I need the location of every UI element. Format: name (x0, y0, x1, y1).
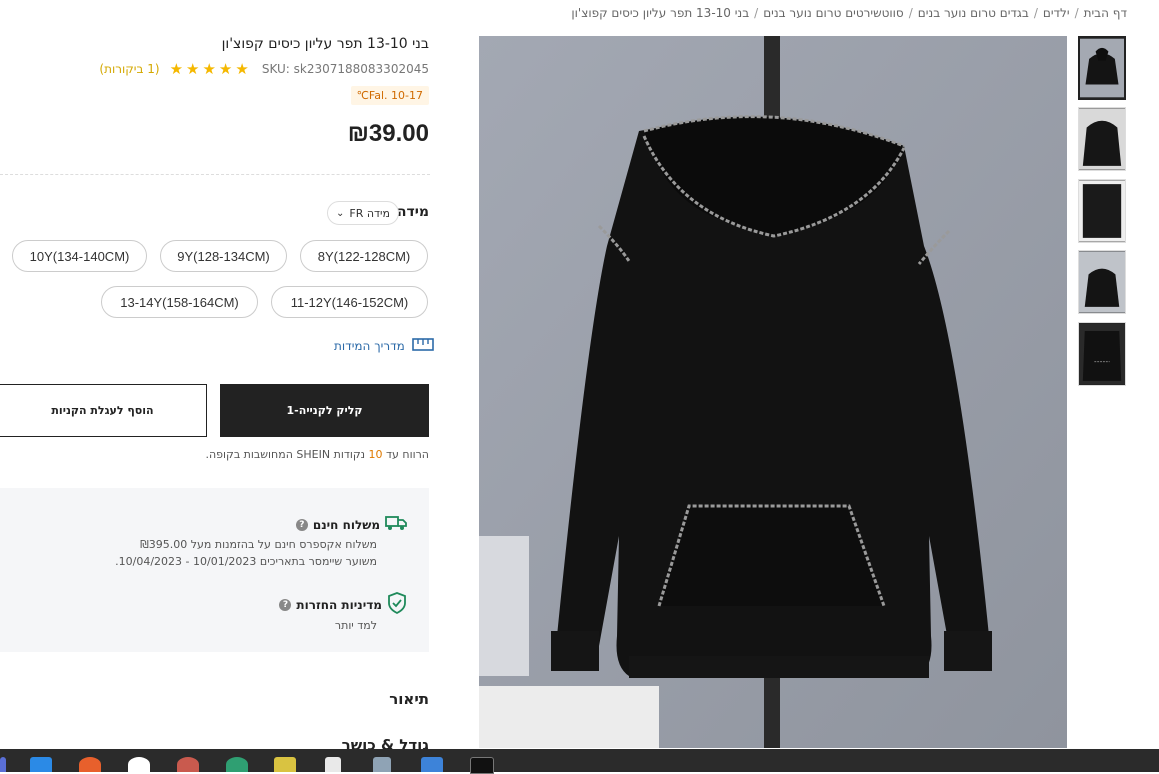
app-yellow-icon[interactable] (274, 757, 296, 772)
points-suffix: נקודות SHEIN המחושבות בקופה. (205, 448, 366, 461)
photos-icon[interactable] (421, 757, 443, 772)
shipping-returns-box: משלוח חינם ? משלוח אקספרס חינם על בהזמנו… (0, 488, 429, 652)
breadcrumb-boys-sweatshirts[interactable]: סווטשירטים טרום נוער בנים (763, 6, 903, 20)
rating-stars-icon: ★★★★★ (169, 60, 252, 78)
taskbar-app-icon[interactable] (0, 757, 6, 772)
size-region-value: FR מידה (349, 206, 390, 220)
size-option-9y[interactable]: 9Y(128-134CM) (160, 240, 287, 272)
product-main-image[interactable] (479, 36, 1067, 748)
breadcrumb-boys-clothing[interactable]: בגדים טרום נוער בנים (918, 6, 1029, 20)
size-guide-link[interactable]: מדריך המידות (334, 338, 434, 354)
product-title: בני 13-10 תפר עליון כיסים קפוצ'ון (221, 36, 429, 52)
cv-app-icon[interactable] (128, 757, 150, 772)
points-note: הרווח עד 10 נקודות SHEIN המחושבות בקופה. (205, 448, 429, 461)
size-heading: מידה (396, 204, 429, 220)
vscode-icon[interactable] (30, 757, 52, 772)
question-circle-icon[interactable]: ? (279, 598, 292, 611)
breadcrumb-home[interactable]: דף הבית (1084, 6, 1127, 20)
shipping-line-2: משוער שיימסר בתאריכים 10/01/2023 - 10/04… (115, 555, 377, 568)
size-option-8y[interactable]: 8Y(122-128CM) (300, 240, 428, 272)
thumbnail-4[interactable] (1078, 250, 1126, 314)
truck-icon (385, 514, 407, 535)
divider (0, 174, 430, 175)
app-red-icon[interactable] (177, 757, 199, 772)
size-option-13-14y[interactable]: 13-14Y(158-164CM) (101, 286, 258, 318)
os-taskbar (0, 749, 1159, 774)
shield-check-icon (387, 592, 407, 617)
thumbnail-3[interactable] (1078, 179, 1126, 243)
question-circle-icon[interactable]: ? (295, 518, 308, 531)
returns-learn-more-link[interactable]: למד יותר (335, 619, 377, 632)
thumbnail-2[interactable] (1078, 107, 1126, 171)
edge-browser-icon[interactable] (226, 757, 248, 772)
size-option-10y[interactable]: 10Y(134-140CM) (12, 240, 147, 272)
shipping-title-row: משלוח חינם ? (295, 514, 407, 535)
ruler-icon (412, 338, 434, 354)
description-heading[interactable]: תיאור (389, 690, 429, 708)
calculator-icon[interactable] (373, 757, 391, 772)
breadcrumb-separator: / (754, 6, 759, 20)
chevron-down-icon: ⌄ (336, 207, 345, 219)
points-value: 10 (368, 448, 383, 461)
product-price: ₪39.00 (347, 120, 429, 147)
add-to-cart-button[interactable]: הוסף לעגלת הקניות (0, 384, 207, 437)
promo-badge: ℃Fal. 10-17 (350, 86, 429, 105)
returns-title-row: מדיניות החזרות ? (279, 592, 407, 617)
sku-text: SKU: sk2307188083302045 (261, 62, 429, 76)
shipping-line-1: משלוח אקספרס חינם על בהזמנות מעל ₪395.00 (140, 538, 377, 551)
size-region-select[interactable]: ⌄ FR מידה (327, 201, 399, 225)
size-guide-label: מדריך המידות (334, 339, 405, 353)
sku-rating-row: SKU: sk2307188083302045 ★★★★★ (1 ביקורות… (99, 60, 429, 78)
breadcrumb-separator: / (908, 6, 913, 20)
breadcrumb-current[interactable]: בני 13-10 תפר עליון כיסים קפוצ'ון (571, 6, 749, 20)
returns-title: מדיניות החזרות (296, 597, 382, 612)
app-orange-icon[interactable] (79, 757, 101, 772)
reviews-link[interactable]: (1 ביקורות) (99, 62, 159, 76)
breadcrumb-separator: / (1074, 6, 1079, 20)
shipping-title: משלוח חינם (312, 517, 380, 532)
document-icon[interactable] (325, 757, 341, 772)
breadcrumb: דף הבית / ילדים / בגדים טרום נוער בנים / סווטש… (571, 6, 1127, 20)
thumbnail-1[interactable] (1078, 36, 1126, 100)
terminal-icon[interactable] (470, 757, 494, 774)
breadcrumb-separator: / (1033, 6, 1038, 20)
breadcrumb-kids[interactable]: ילדים (1043, 6, 1070, 20)
thumbnail-5[interactable] (1078, 322, 1126, 386)
size-option-11-12y[interactable]: 11-12Y(146-152CM) (271, 286, 428, 318)
points-prefix: הרווח עד (386, 448, 429, 461)
one-click-buy-button[interactable]: 1-קליק לקנייה (220, 384, 429, 437)
